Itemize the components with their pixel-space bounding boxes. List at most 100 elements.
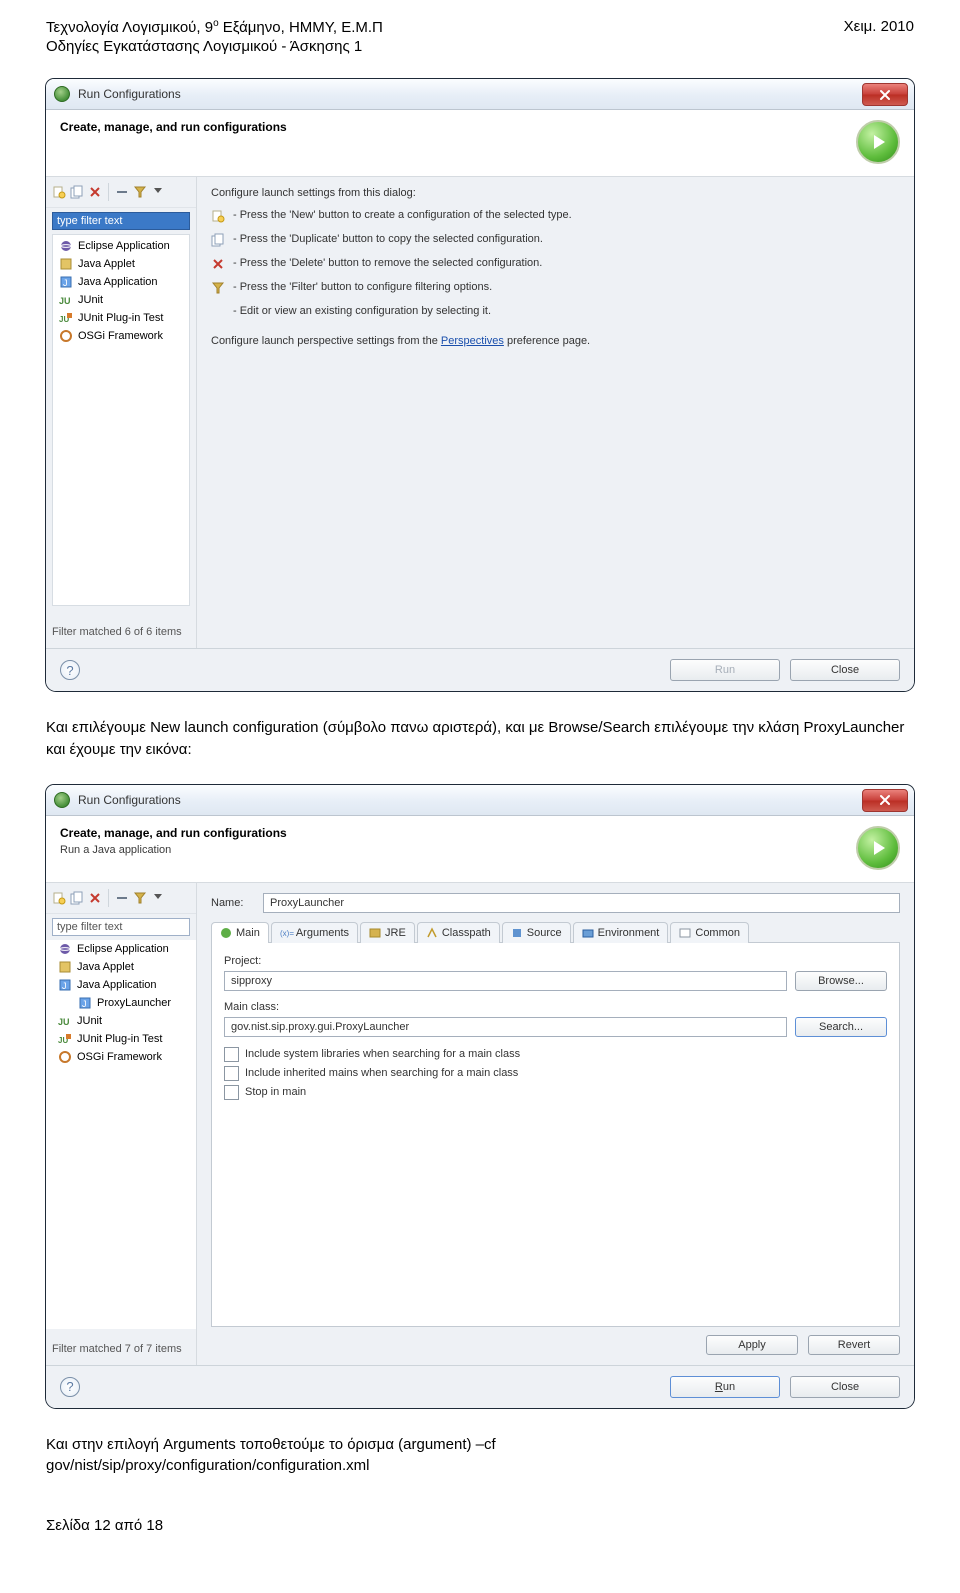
run-config-dialog-1: Run Configurations Create, manage, and r… xyxy=(46,79,914,691)
jre-tab-icon xyxy=(369,927,381,939)
classpath-tab-icon xyxy=(426,927,438,939)
tree-item[interactable]: JUnit Plug-in Test xyxy=(77,1033,162,1045)
dropdown-icon[interactable] xyxy=(151,185,165,199)
stop-in-main-label: Stop in main xyxy=(245,1086,306,1098)
run-config-dialog-2: Run Configurations Create, manage, and r… xyxy=(46,785,914,1408)
filter-icon[interactable] xyxy=(133,891,147,905)
run-button[interactable]: Run xyxy=(670,1376,780,1398)
run-glyph-icon xyxy=(856,826,900,870)
svg-text:J: J xyxy=(63,278,68,288)
body-paragraph-2: Και στην επιλογή Arguments τοποθετούμε τ… xyxy=(46,1434,914,1478)
tab-jre[interactable]: JRE xyxy=(360,922,415,943)
doc-header-line1: Τεχνολογία Λογισμικού, 9ο Εξάμηνο, ΗΜΜΥ,… xyxy=(46,18,383,36)
browse-button[interactable]: Browse... xyxy=(795,971,887,991)
tree-item[interactable]: Java Application xyxy=(77,979,157,991)
run-button[interactable]: Run xyxy=(670,659,780,681)
tree-item[interactable]: Java Applet xyxy=(77,961,134,973)
revert-button[interactable]: Revert xyxy=(808,1335,900,1355)
dropdown-icon[interactable] xyxy=(151,891,165,905)
instr-text: - Press the 'New' button to create a con… xyxy=(233,209,572,221)
apply-button[interactable]: Apply xyxy=(706,1335,798,1355)
tree-item[interactable]: ProxyLauncher xyxy=(97,997,171,1009)
tree-item[interactable]: JUnit xyxy=(77,1015,102,1027)
titlebar: Run Configurations xyxy=(46,785,914,816)
tab-bar: Main (x)=Arguments JRE Classpath Source … xyxy=(211,921,900,943)
banner-subtitle: Run a Java application xyxy=(60,844,287,856)
project-label: Project: xyxy=(224,955,887,967)
dialog-title: Run Configurations xyxy=(78,87,181,101)
include-inherited-label: Include inherited mains when searching f… xyxy=(245,1067,518,1079)
close-button[interactable]: Close xyxy=(790,659,900,681)
tab-main[interactable]: Main xyxy=(211,922,269,943)
tree-item[interactable]: JUnit xyxy=(78,294,103,306)
tree-item[interactable]: JUnit Plug-in Test xyxy=(78,312,163,324)
project-input[interactable]: sipproxy xyxy=(224,971,787,991)
delete-icon xyxy=(211,257,225,271)
tree-item[interactable]: Java Application xyxy=(78,276,158,288)
java-app-icon: J xyxy=(78,996,92,1010)
page-footer: Σελίδα 12 από 18 xyxy=(46,1517,914,1534)
tree-toolbar xyxy=(46,177,196,208)
titlebar: Run Configurations xyxy=(46,79,914,110)
config-tree[interactable]: Eclipse Application Java Applet J Java Ap… xyxy=(52,234,190,606)
tree-item[interactable]: OSGi Framework xyxy=(77,1051,162,1063)
filter-icon[interactable] xyxy=(133,185,147,199)
close-icon[interactable] xyxy=(862,83,908,106)
main-class-input[interactable]: gov.nist.sip.proxy.gui.ProxyLauncher xyxy=(224,1017,787,1037)
junit-plugin-icon: JU xyxy=(59,311,73,325)
delete-icon[interactable] xyxy=(88,185,102,199)
common-tab-icon xyxy=(679,927,691,939)
close-button[interactable]: Close xyxy=(790,1376,900,1398)
tree-item[interactable]: Eclipse Application xyxy=(78,240,170,252)
tab-source[interactable]: Source xyxy=(502,922,571,943)
duplicate-icon[interactable] xyxy=(70,185,84,199)
close-icon[interactable] xyxy=(862,789,908,812)
search-button[interactable]: Search... xyxy=(795,1017,887,1037)
tree-item[interactable]: Java Applet xyxy=(78,258,135,270)
duplicate-icon[interactable] xyxy=(70,891,84,905)
filter-input[interactable]: type filter text xyxy=(52,212,190,230)
tree-item[interactable]: OSGi Framework xyxy=(78,330,163,342)
args-tab-icon: (x)= xyxy=(280,927,292,939)
filter-status: Filter matched 6 of 6 items xyxy=(46,612,196,648)
help-icon[interactable]: ? xyxy=(60,1377,80,1397)
junit-icon: JU xyxy=(59,293,73,307)
duplicate-icon xyxy=(211,233,225,247)
body-paragraph-1: Και επιλέγουμε New launch configuration … xyxy=(46,717,914,761)
eclipse-icon xyxy=(58,942,72,956)
svg-text:JU: JU xyxy=(58,1017,70,1027)
main-tab-icon xyxy=(220,927,232,939)
instr-text: - Edit or view an existing configuration… xyxy=(233,305,491,317)
config-tree[interactable]: Eclipse Application Java Applet J Java Ap… xyxy=(46,940,196,1329)
help-icon[interactable]: ? xyxy=(60,660,80,680)
tab-classpath[interactable]: Classpath xyxy=(417,922,500,943)
instr-text: - Press the 'Delete' button to remove th… xyxy=(233,257,542,269)
new-icon[interactable] xyxy=(52,185,66,199)
filter-input[interactable]: type filter text xyxy=(52,918,190,936)
svg-text:(x)=: (x)= xyxy=(280,929,294,938)
java-app-icon: J xyxy=(59,275,73,289)
run-glyph-icon xyxy=(856,120,900,164)
collapse-icon[interactable] xyxy=(115,185,129,199)
new-icon[interactable] xyxy=(52,891,66,905)
applet-icon xyxy=(58,960,72,974)
filter-status: Filter matched 7 of 7 items xyxy=(46,1329,196,1365)
tab-environment[interactable]: Environment xyxy=(573,922,669,943)
collapse-icon[interactable] xyxy=(115,891,129,905)
perspectives-link[interactable]: Perspectives xyxy=(441,335,504,347)
include-syslibs-checkbox[interactable] xyxy=(224,1047,239,1062)
stop-in-main-checkbox[interactable] xyxy=(224,1085,239,1100)
include-inherited-checkbox[interactable] xyxy=(224,1066,239,1081)
tree-item[interactable]: Eclipse Application xyxy=(77,943,169,955)
perspectives-note: Configure launch perspective settings fr… xyxy=(211,335,902,347)
junit-plugin-icon: JU xyxy=(58,1032,72,1046)
new-icon xyxy=(211,209,225,223)
osgi-icon xyxy=(59,329,73,343)
dialog-title: Run Configurations xyxy=(78,793,181,807)
instr-text: - Press the 'Filter' button to configure… xyxy=(233,281,492,293)
instr-text: - Press the 'Duplicate' button to copy t… xyxy=(233,233,543,245)
delete-icon[interactable] xyxy=(88,891,102,905)
name-input[interactable]: ProxyLauncher xyxy=(263,893,900,913)
tab-common[interactable]: Common xyxy=(670,922,749,943)
tab-arguments[interactable]: (x)=Arguments xyxy=(271,922,358,943)
